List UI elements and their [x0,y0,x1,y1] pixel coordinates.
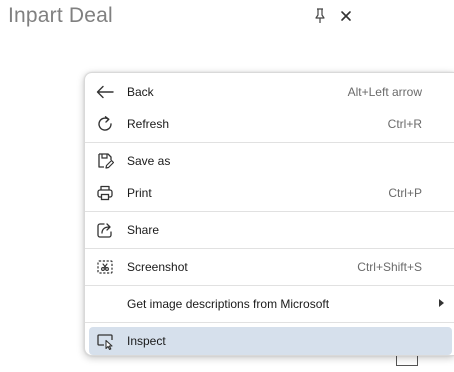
menu-separator [85,248,454,249]
submenu-arrow-icon [439,299,444,307]
refresh-icon [95,114,115,134]
menu-item-label: Screenshot [127,260,188,274]
menu-item-shortcut: Alt+Left arrow [347,85,422,99]
menu-item-shortcut: Ctrl+P [388,186,422,200]
back-arrow-icon [95,82,115,102]
context-menu: Back Alt+Left arrow Refresh Ctrl+R Save … [84,72,454,356]
menu-item-inspect[interactable]: Inspect [89,327,452,355]
print-icon [95,183,115,203]
menu-item-shortcut: Ctrl+Shift+S [357,260,422,274]
menu-item-screenshot[interactable]: Screenshot Ctrl+Shift+S [89,253,454,281]
menu-item-label: Print [127,186,152,200]
menu-item-label: Save as [127,154,171,168]
close-button[interactable] [338,6,354,26]
menu-item-label: Back [127,85,154,99]
menu-item-print[interactable]: Print Ctrl+P [89,179,454,207]
menu-item-label: Inspect [127,334,166,348]
menu-separator [85,322,454,323]
menu-separator [85,285,454,286]
menu-item-share[interactable]: Share [89,216,454,244]
pin-button[interactable] [312,6,328,26]
menu-item-back[interactable]: Back Alt+Left arrow [89,78,454,106]
page-title: Inpart Deal [8,4,113,27]
menu-item-refresh[interactable]: Refresh Ctrl+R [89,110,454,138]
menu-item-label: Share [127,223,160,237]
menu-item-label: Get image descriptions from Microsoft [127,297,330,311]
menu-item-save-as[interactable]: Save as [89,147,454,175]
menu-item-shortcut: Ctrl+R [387,117,422,131]
menu-separator [85,142,454,143]
save-as-icon [95,151,115,171]
menu-separator [85,211,454,212]
share-icon [95,220,115,240]
inspect-icon [95,331,115,351]
menu-item-get-image-descriptions[interactable]: Get image descriptions from Microsoft [89,290,454,318]
menu-item-label: Refresh [127,117,170,131]
close-icon [341,11,351,21]
screenshot-icon [95,257,115,277]
pin-icon [315,8,325,23]
